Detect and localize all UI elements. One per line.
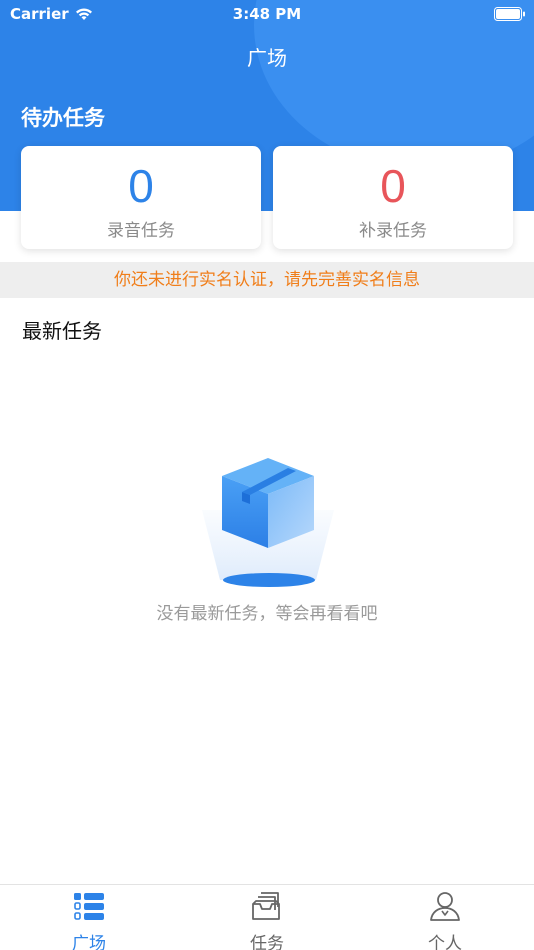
- recording-task-count: 0: [128, 160, 154, 212]
- empty-state-text: 没有最新任务，等会再看看吧: [156, 604, 378, 624]
- inbox-stack-icon: [252, 892, 280, 920]
- supplement-task-label: 补录任务: [359, 221, 427, 241]
- page-title: 广场: [247, 46, 287, 70]
- latest-section-title: 最新任务: [22, 319, 102, 343]
- recording-task-label: 录音任务: [107, 221, 175, 241]
- tab-bar: 广场 任务 个人: [0, 884, 534, 950]
- tab-profile[interactable]: 个人: [356, 885, 534, 950]
- tab-tasks[interactable]: 任务: [178, 885, 356, 950]
- verification-notice[interactable]: 你还未进行实名认证，请先完善实名信息: [0, 262, 534, 298]
- recording-task-card[interactable]: 0 录音任务: [21, 146, 261, 249]
- empty-box-icon: [202, 458, 334, 587]
- person-icon: [430, 892, 460, 921]
- tab-plaza-label: 广场: [72, 934, 106, 950]
- tab-profile-label: 个人: [428, 934, 462, 950]
- battery-icon: [494, 7, 525, 21]
- supplement-task-count: 0: [380, 160, 406, 212]
- tab-tasks-label: 任务: [250, 934, 284, 950]
- list-icon: [74, 893, 104, 920]
- todo-section-title: 待办任务: [21, 106, 105, 130]
- supplement-task-card[interactable]: 0 补录任务: [273, 146, 513, 249]
- status-time: 3:48 PM: [232, 5, 302, 23]
- status-bar: Carrier 3:48 PM: [0, 0, 534, 28]
- tab-plaza[interactable]: 广场: [0, 885, 178, 950]
